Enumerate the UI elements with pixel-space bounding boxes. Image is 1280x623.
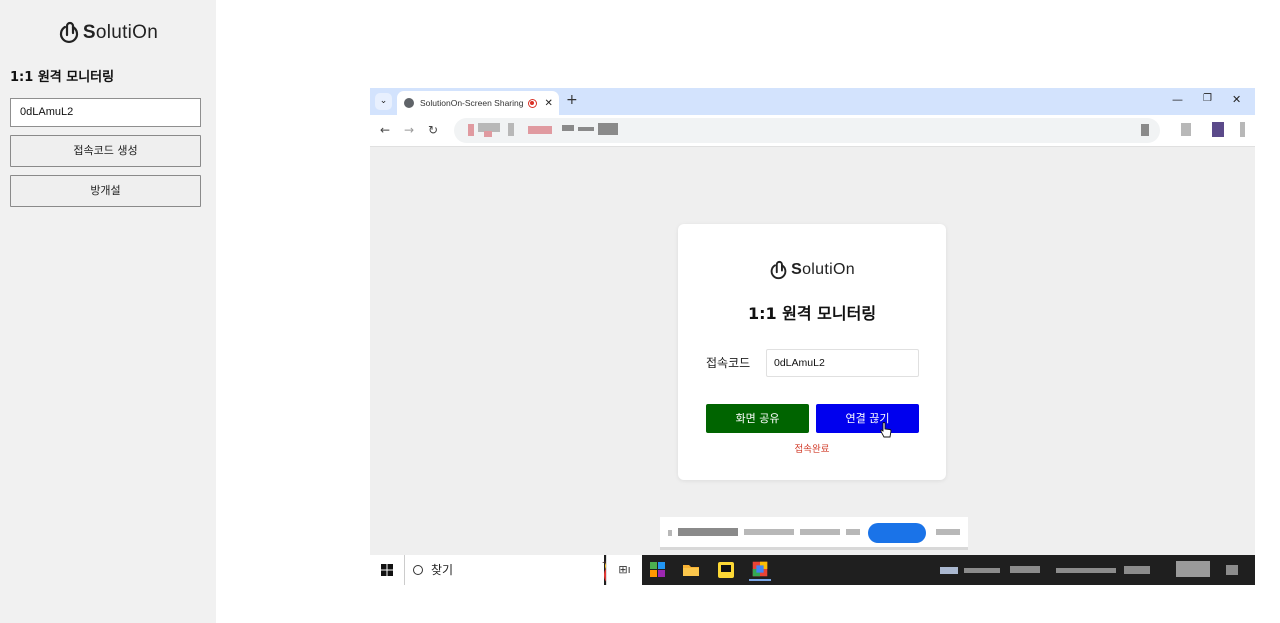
forward-arrow-icon[interactable]: → [404,123,414,137]
tray-icon[interactable] [1056,568,1116,573]
extension-icon[interactable] [1181,123,1191,136]
web-page: SolutiOn 1:1 원격 모니터링 접속코드 0dLAmuL2 화면 공유… [370,147,1255,555]
blurred-text [484,131,492,137]
open-room-button[interactable]: 방개설 [10,175,201,207]
blurred-text [846,529,860,535]
sharing-notice-bar [660,517,968,550]
notification-icon[interactable] [1226,565,1238,575]
tray-icon[interactable] [940,567,958,574]
disconnect-button[interactable]: 연결 끊기 [816,404,919,433]
blurred-text [468,124,474,136]
multicolor-app-icon[interactable] [647,559,669,581]
task-view-button[interactable]: ⊞ı [606,555,642,585]
menu-icon[interactable] [1240,122,1245,137]
logo-rest: olutiOn [95,22,159,43]
blurred-text [800,529,840,535]
profile-icon[interactable] [1212,122,1224,137]
taskbar-search[interactable]: 찾기 [404,555,622,585]
tab-search-button[interactable]: ⌄ [375,93,392,110]
restore-icon[interactable]: ❐ [1203,93,1212,104]
generate-code-button[interactable]: 접속코드 생성 [10,135,201,167]
yellow-app-icon[interactable] [715,559,737,581]
share-screen-button[interactable]: 화면 공유 [706,404,809,433]
new-tab-button[interactable]: + [566,92,578,108]
blurred-text [744,529,794,535]
folder-icon[interactable] [680,559,702,581]
taskbar: 찾기 ⊞ı [370,555,1255,585]
card-title: 1:1 원격 모니터링 [747,304,877,323]
blurred-text [508,123,514,136]
power-lock-icon [59,21,78,44]
blurred-text [678,528,738,536]
sidebar-logo: SolutiOn [0,18,216,48]
back-arrow-icon[interactable]: ← [380,123,390,137]
globe-icon [404,98,414,108]
tray-icon[interactable] [964,568,1000,573]
tab-title: SolutionOn-Screen Sharing [420,98,524,108]
browser-app-icon[interactable] [749,559,771,581]
code-input[interactable]: 0dLAmuL2 [766,349,919,377]
search-label: 찾기 [431,563,454,577]
reload-icon[interactable]: ↻ [428,123,438,137]
start-button[interactable] [370,555,404,585]
power-lock-icon [770,260,787,279]
blurred-text [578,127,594,131]
sidebar-title: 1:1 원격 모니터링 [10,70,115,85]
blurred-text [668,530,672,536]
search-icon [413,565,423,575]
blurred-text [562,125,574,131]
code-field[interactable]: 0dLAmuL2 [10,98,201,127]
url-field-blurred[interactable] [454,118,1160,143]
clock[interactable] [1176,561,1210,577]
recording-icon [528,98,538,108]
windows-logo-icon [381,564,393,576]
window-close-icon[interactable]: ✕ [1232,93,1241,106]
card-logo: SolutiOn [678,257,946,283]
tab-close-icon[interactable]: ✕ [544,98,552,109]
logo-prefix: S [791,261,803,278]
stop-sharing-button[interactable] [868,523,926,543]
minimize-icon[interactable]: — [1172,93,1183,106]
logo-rest: olutiOn [802,261,855,278]
sidebar: SolutiOn 1:1 원격 모니터링 0dLAmuL2 접속코드 생성 방개… [0,0,216,623]
blurred-text [528,126,552,134]
blurred-text [936,529,960,535]
monitoring-card: SolutiOn 1:1 원격 모니터링 접속코드 0dLAmuL2 화면 공유… [678,224,946,480]
tray-icon[interactable] [1010,566,1040,573]
browser-tab[interactable]: SolutionOn-Screen Sharing ✕ [397,91,559,115]
status-text: 접속완료 [794,444,830,455]
address-bar: ← → ↻ [370,115,1255,147]
hand-cursor-icon [880,422,892,438]
extension-icon[interactable] [1141,124,1149,136]
code-label: 접속코드 [706,356,751,370]
logo-prefix: S [82,22,96,43]
shared-screen-preview: ⌄ SolutionOn-Screen Sharing ✕ + — ❐ ✕ ← … [370,88,1255,585]
tray-icon[interactable] [1124,566,1150,574]
tab-bar: ⌄ SolutionOn-Screen Sharing ✕ + — ❐ ✕ [370,88,1255,115]
blurred-text [598,123,618,135]
